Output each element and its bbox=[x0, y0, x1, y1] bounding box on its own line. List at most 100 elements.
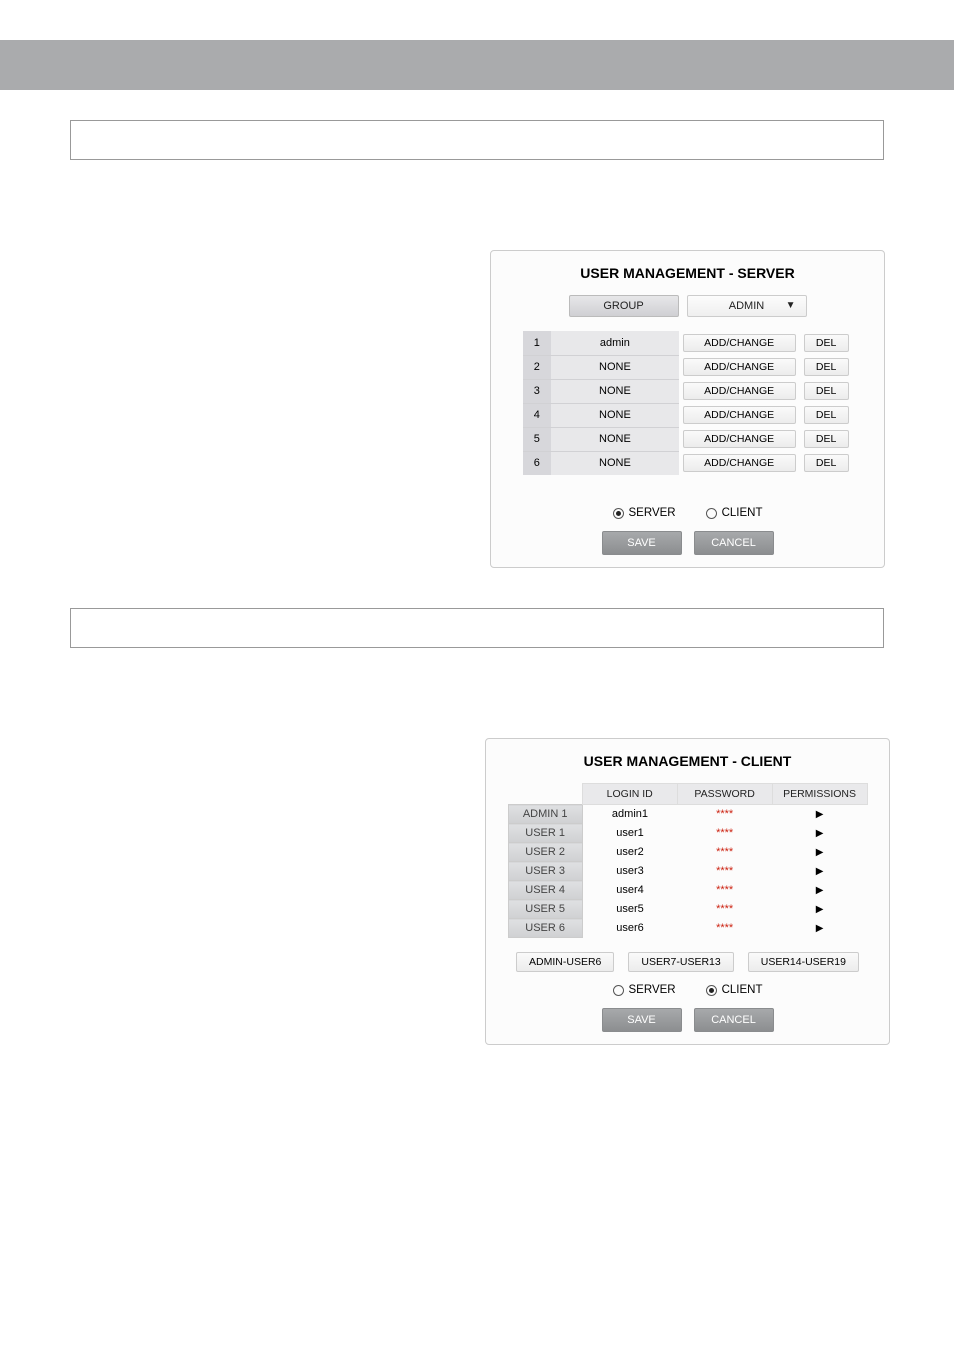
row-username: admin bbox=[551, 331, 679, 355]
cancel-button[interactable]: CANCEL bbox=[694, 531, 774, 555]
play-icon: ▶ bbox=[816, 923, 824, 934]
table-row: 3NONEADD/CHANGE DEL bbox=[523, 379, 853, 403]
delete-button[interactable]: DEL bbox=[804, 454, 849, 472]
client-pager: ADMIN-USER6 USER7-USER13 USER14-USER19 bbox=[486, 952, 889, 972]
chevron-down-icon: ▼ bbox=[786, 300, 796, 311]
user-management-client-panel: USER MANAGEMENT - CLIENT LOGIN ID PASSWO… bbox=[485, 738, 890, 1045]
delete-button[interactable]: DEL bbox=[804, 334, 849, 352]
login-id-cell[interactable]: user5 bbox=[582, 900, 677, 919]
row-label: USER 2 bbox=[508, 843, 582, 862]
password-cell[interactable]: **** bbox=[677, 881, 772, 900]
permissions-cell[interactable]: ▶ bbox=[772, 824, 867, 843]
save-button[interactable]: SAVE bbox=[602, 531, 682, 555]
add-change-button[interactable]: ADD/CHANGE bbox=[683, 382, 796, 400]
row-username: NONE bbox=[551, 403, 679, 427]
radio-client-label: CLIENT bbox=[722, 984, 763, 996]
group-select-value: ADMIN bbox=[729, 300, 764, 312]
add-change-button[interactable]: ADD/CHANGE bbox=[683, 406, 796, 424]
password-cell[interactable]: **** bbox=[677, 843, 772, 862]
play-icon: ▶ bbox=[816, 885, 824, 896]
cancel-button[interactable]: CANCEL bbox=[694, 1008, 774, 1032]
row-index: 5 bbox=[523, 427, 552, 451]
delete-button[interactable]: DEL bbox=[804, 430, 849, 448]
table-row: USER 1user1****▶ bbox=[508, 824, 867, 843]
play-icon: ▶ bbox=[816, 904, 824, 915]
password-cell[interactable]: **** bbox=[677, 919, 772, 938]
col-password: PASSWORD bbox=[677, 784, 772, 805]
table-row: 5NONEADD/CHANGEDEL bbox=[523, 427, 853, 451]
row-username: NONE bbox=[551, 379, 679, 403]
delete-button[interactable]: DEL bbox=[804, 358, 849, 376]
row-username: NONE bbox=[551, 355, 679, 379]
client-panel-title: USER MANAGEMENT - CLIENT bbox=[486, 753, 889, 769]
server-panel-title: USER MANAGEMENT - SERVER bbox=[491, 265, 884, 281]
row-index: 2 bbox=[523, 355, 552, 379]
permissions-cell[interactable]: ▶ bbox=[772, 843, 867, 862]
col-login-id: LOGIN ID bbox=[582, 784, 677, 805]
row-index: 1 bbox=[523, 331, 552, 355]
client-user-table: LOGIN ID PASSWORD PERMISSIONS ADMIN 1adm… bbox=[508, 783, 868, 938]
password-cell[interactable]: **** bbox=[677, 805, 772, 824]
server-user-table: 1adminADD/CHANGEDEL2NONEADD/CHANGEDEL3NO… bbox=[523, 331, 853, 475]
server-mode-radio-group: SERVER CLIENT bbox=[491, 507, 884, 519]
pager-user7-user13[interactable]: USER7-USER13 bbox=[628, 952, 733, 972]
middle-divider-box bbox=[70, 608, 884, 648]
row-index: 4 bbox=[523, 403, 552, 427]
table-row: USER 3user3****▶ bbox=[508, 862, 867, 881]
add-change-button[interactable]: ADD/CHANGE bbox=[683, 358, 796, 376]
row-username: NONE bbox=[551, 451, 679, 475]
add-change-button[interactable]: ADD/CHANGE bbox=[683, 454, 796, 472]
row-label: ADMIN 1 bbox=[508, 805, 582, 824]
pager-user14-user19[interactable]: USER14-USER19 bbox=[748, 952, 859, 972]
radio-client-label: CLIENT bbox=[722, 507, 763, 519]
login-id-cell[interactable]: user1 bbox=[582, 824, 677, 843]
group-select[interactable]: ADMIN ▼ bbox=[687, 295, 807, 317]
table-row: USER 2user2**** ▶ bbox=[508, 843, 867, 862]
play-icon: ▶ bbox=[816, 828, 824, 839]
table-row: 4NONEADD/CHANGE DEL bbox=[523, 403, 853, 427]
play-icon: ▶ bbox=[816, 847, 824, 858]
permissions-cell[interactable]: ▶ bbox=[772, 805, 867, 824]
table-row: 6NONEADD/CHANGE DEL bbox=[523, 451, 853, 475]
radio-server-label: SERVER bbox=[629, 984, 676, 996]
save-button[interactable]: SAVE bbox=[602, 1008, 682, 1032]
radio-client[interactable]: CLIENT bbox=[706, 984, 763, 996]
radio-empty-icon bbox=[613, 985, 624, 996]
row-index: 6 bbox=[523, 451, 552, 475]
table-row: USER 4user4****▶ bbox=[508, 881, 867, 900]
delete-button[interactable]: DEL bbox=[804, 382, 849, 400]
radio-client[interactable]: CLIENT bbox=[706, 507, 763, 519]
password-cell[interactable]: **** bbox=[677, 900, 772, 919]
pager-admin-user6[interactable]: ADMIN-USER6 bbox=[516, 952, 614, 972]
upper-divider-box bbox=[70, 120, 884, 160]
row-index: 3 bbox=[523, 379, 552, 403]
table-row: 1adminADD/CHANGE DEL bbox=[523, 331, 853, 355]
radio-filled-icon bbox=[706, 985, 717, 996]
login-id-cell[interactable]: user4 bbox=[582, 881, 677, 900]
radio-server[interactable]: SERVER bbox=[613, 507, 676, 519]
password-cell[interactable]: **** bbox=[677, 862, 772, 881]
login-id-cell[interactable]: user6 bbox=[582, 919, 677, 938]
add-change-button[interactable]: ADD/CHANGE bbox=[683, 430, 796, 448]
permissions-cell[interactable]: ▶ bbox=[772, 881, 867, 900]
play-icon: ▶ bbox=[816, 809, 824, 820]
table-row: ADMIN 1admin1**** ▶ bbox=[508, 805, 867, 824]
permissions-cell[interactable]: ▶ bbox=[772, 900, 867, 919]
add-change-button[interactable]: ADD/CHANGE bbox=[683, 334, 796, 352]
group-label-button: GROUP bbox=[569, 295, 679, 317]
page-header-bar bbox=[0, 40, 954, 90]
password-cell[interactable]: **** bbox=[677, 824, 772, 843]
user-management-server-panel: USER MANAGEMENT - SERVER GROUP ADMIN ▼ 1… bbox=[490, 250, 885, 568]
row-label: USER 5 bbox=[508, 900, 582, 919]
login-id-cell[interactable]: admin1 bbox=[582, 805, 677, 824]
login-id-cell[interactable]: user3 bbox=[582, 862, 677, 881]
table-row: USER 6user6**** ▶ bbox=[508, 919, 867, 938]
permissions-cell[interactable]: ▶ bbox=[772, 919, 867, 938]
delete-button[interactable]: DEL bbox=[804, 406, 849, 424]
radio-filled-icon bbox=[613, 508, 624, 519]
radio-server[interactable]: SERVER bbox=[613, 984, 676, 996]
row-label: USER 6 bbox=[508, 919, 582, 938]
table-row: USER 5user5**** ▶ bbox=[508, 900, 867, 919]
login-id-cell[interactable]: user2 bbox=[582, 843, 677, 862]
permissions-cell[interactable]: ▶ bbox=[772, 862, 867, 881]
